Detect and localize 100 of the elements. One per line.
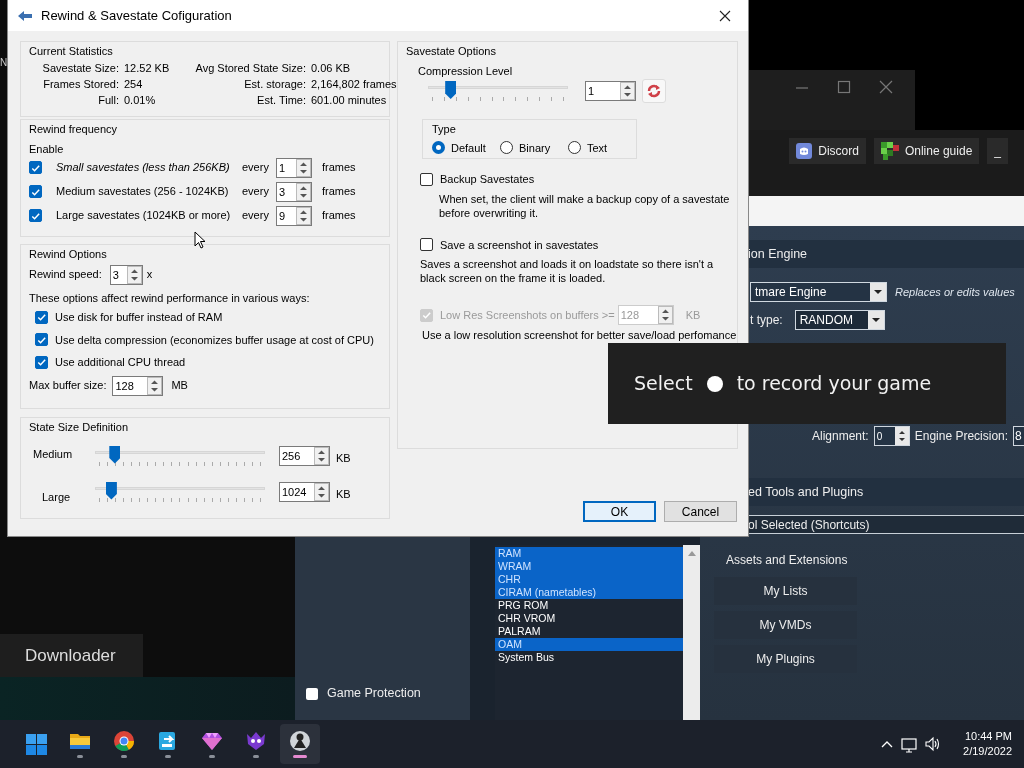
network-icon[interactable] [901, 735, 918, 753]
spinner-arrows-icon[interactable] [296, 158, 311, 177]
stat-value: 254 [124, 76, 144, 92]
number-field[interactable]: 9 [276, 205, 312, 226]
caret-icon[interactable] [870, 317, 881, 323]
number-field[interactable]: 256 [279, 445, 330, 466]
stat-value: 0.01% [124, 92, 157, 108]
spinner-arrows-icon[interactable] [126, 265, 142, 284]
checkbox[interactable] [35, 333, 48, 347]
spinner-arrows-icon[interactable] [620, 82, 635, 100]
spinner-arrows-icon[interactable] [296, 182, 311, 201]
reset-button[interactable] [642, 79, 666, 103]
unit-label: x [146, 267, 153, 283]
checkbox[interactable] [29, 185, 42, 198]
field-label: every [242, 184, 270, 200]
number-field[interactable]: 0 [873, 426, 910, 446]
radio-label: Default [451, 140, 487, 156]
field-label: Max buffer size: [29, 378, 107, 394]
field-label: Alignment: [812, 428, 869, 445]
stat-value: 601.00 minutes [311, 92, 388, 108]
list-item[interactable]: RAM [495, 547, 683, 560]
windows-icon [25, 733, 47, 755]
dialog-button[interactable]: OK [583, 501, 656, 522]
menu-button[interactable]: My VMDs [714, 611, 857, 639]
list-item[interactable]: CIRAM (nametables) [495, 586, 683, 599]
spinner-arrows-icon[interactable] [657, 306, 673, 324]
dropdown[interactable]: RANDOM [794, 310, 885, 330]
number-field[interactable]: 1024 [279, 481, 330, 502]
list-item[interactable]: CHR [495, 573, 683, 586]
group-title: Current Statistics [29, 44, 113, 59]
unit-label: frames [322, 184, 356, 200]
slider-thumb[interactable] [109, 445, 121, 464]
record-icon [706, 375, 723, 392]
list-item[interactable]: PALRAM [495, 625, 683, 638]
radio-label: Text [587, 140, 609, 156]
checkbox[interactable] [29, 161, 42, 174]
stat-value: 12.52 KB [124, 60, 171, 76]
number-field[interactable]: 128 [112, 375, 164, 396]
close-icon[interactable] [879, 80, 893, 94]
spinner-arrows-icon[interactable] [314, 482, 329, 501]
number-field[interactable]: 1 [276, 157, 312, 178]
list-item[interactable]: CHR VROM [495, 612, 683, 625]
menu-button[interactable]: My Lists [714, 577, 857, 605]
number-field[interactable]: 8 [1013, 426, 1024, 446]
field-label: Enable [29, 141, 65, 156]
gem-icon [201, 730, 223, 752]
slider-thumb[interactable] [445, 81, 457, 99]
group-title: Rewind Options [29, 247, 107, 262]
memory-list[interactable]: RAM WRAM CHR CIRAM (nametables) PRG ROM CHR VROM PALRAM OAM System Bus [495, 545, 700, 720]
spinner-arrows-icon[interactable] [296, 206, 311, 225]
close-icon [719, 9, 731, 22]
number-field[interactable]: 3 [276, 181, 312, 202]
stat-label: Avg Stored State Size: [194, 60, 307, 76]
section-title: Assets and Extensions [726, 552, 849, 569]
volume-icon[interactable] [925, 736, 942, 752]
stat-value: 2,164,802 frames [311, 76, 397, 92]
spinner-arrows-icon[interactable] [894, 427, 909, 445]
number-field[interactable]: 3 [109, 264, 143, 285]
caret-icon[interactable] [873, 289, 883, 295]
dropdown[interactable]: tmare Engine [750, 282, 887, 302]
checkbox-label: Backup Savestates [440, 172, 535, 187]
radio-button[interactable] [568, 141, 581, 155]
dialog-button[interactable]: Cancel [664, 501, 737, 522]
radio-button[interactable] [500, 141, 513, 155]
downloader-tile[interactable]: Downloader [0, 634, 143, 677]
list-item[interactable]: System Bus [495, 651, 683, 664]
spinner-arrows-icon[interactable] [314, 446, 329, 465]
chat-icon [796, 143, 813, 159]
spinner-arrows-icon[interactable] [147, 376, 163, 395]
window-title: Rewind & Savestate Cofiguration [41, 6, 232, 25]
slider-thumb[interactable] [105, 481, 117, 500]
number-field[interactable]: 1 [585, 81, 636, 101]
clock-date: 2/19/2022 [963, 744, 1012, 759]
notification-text: Select [634, 371, 693, 397]
description-text: Use a low resolution screenshot for better save/load perfomance [422, 328, 737, 342]
toolbar-button[interactable]: Online guide [873, 138, 980, 164]
list-item[interactable]: WRAM [495, 560, 683, 573]
checkbox-label: Save a screenshot in savestates [440, 237, 599, 253]
chevron-up-icon[interactable] [881, 739, 894, 749]
checkbox[interactable] [35, 355, 48, 369]
list-item[interactable]: PRG ROM [495, 599, 683, 612]
maximize-icon[interactable] [837, 80, 851, 94]
checkbox[interactable] [29, 209, 42, 222]
checkbox[interactable] [420, 238, 433, 252]
field-label: t type: [750, 312, 783, 329]
checkbox[interactable] [306, 687, 318, 700]
radio-button[interactable] [432, 141, 445, 155]
window-text: N [0, 57, 7, 69]
checkbox-label: Small savestates (less than 256KB) [56, 160, 231, 176]
checkbox[interactable] [35, 310, 48, 324]
toolbar-button[interactable]: Discord [789, 138, 866, 164]
checkbox[interactable] [420, 172, 433, 186]
field-label: Rewind speed: [29, 267, 102, 283]
description-text: These options affect rewind performance in various ways: [29, 290, 311, 306]
minimize-button[interactable]: _ [987, 138, 1008, 164]
field-label: Medium [32, 446, 74, 462]
taskbar-app[interactable] [280, 724, 320, 764]
spy-icon [289, 730, 311, 752]
list-item[interactable]: OAM [495, 638, 683, 651]
group-title: Type [432, 122, 456, 137]
